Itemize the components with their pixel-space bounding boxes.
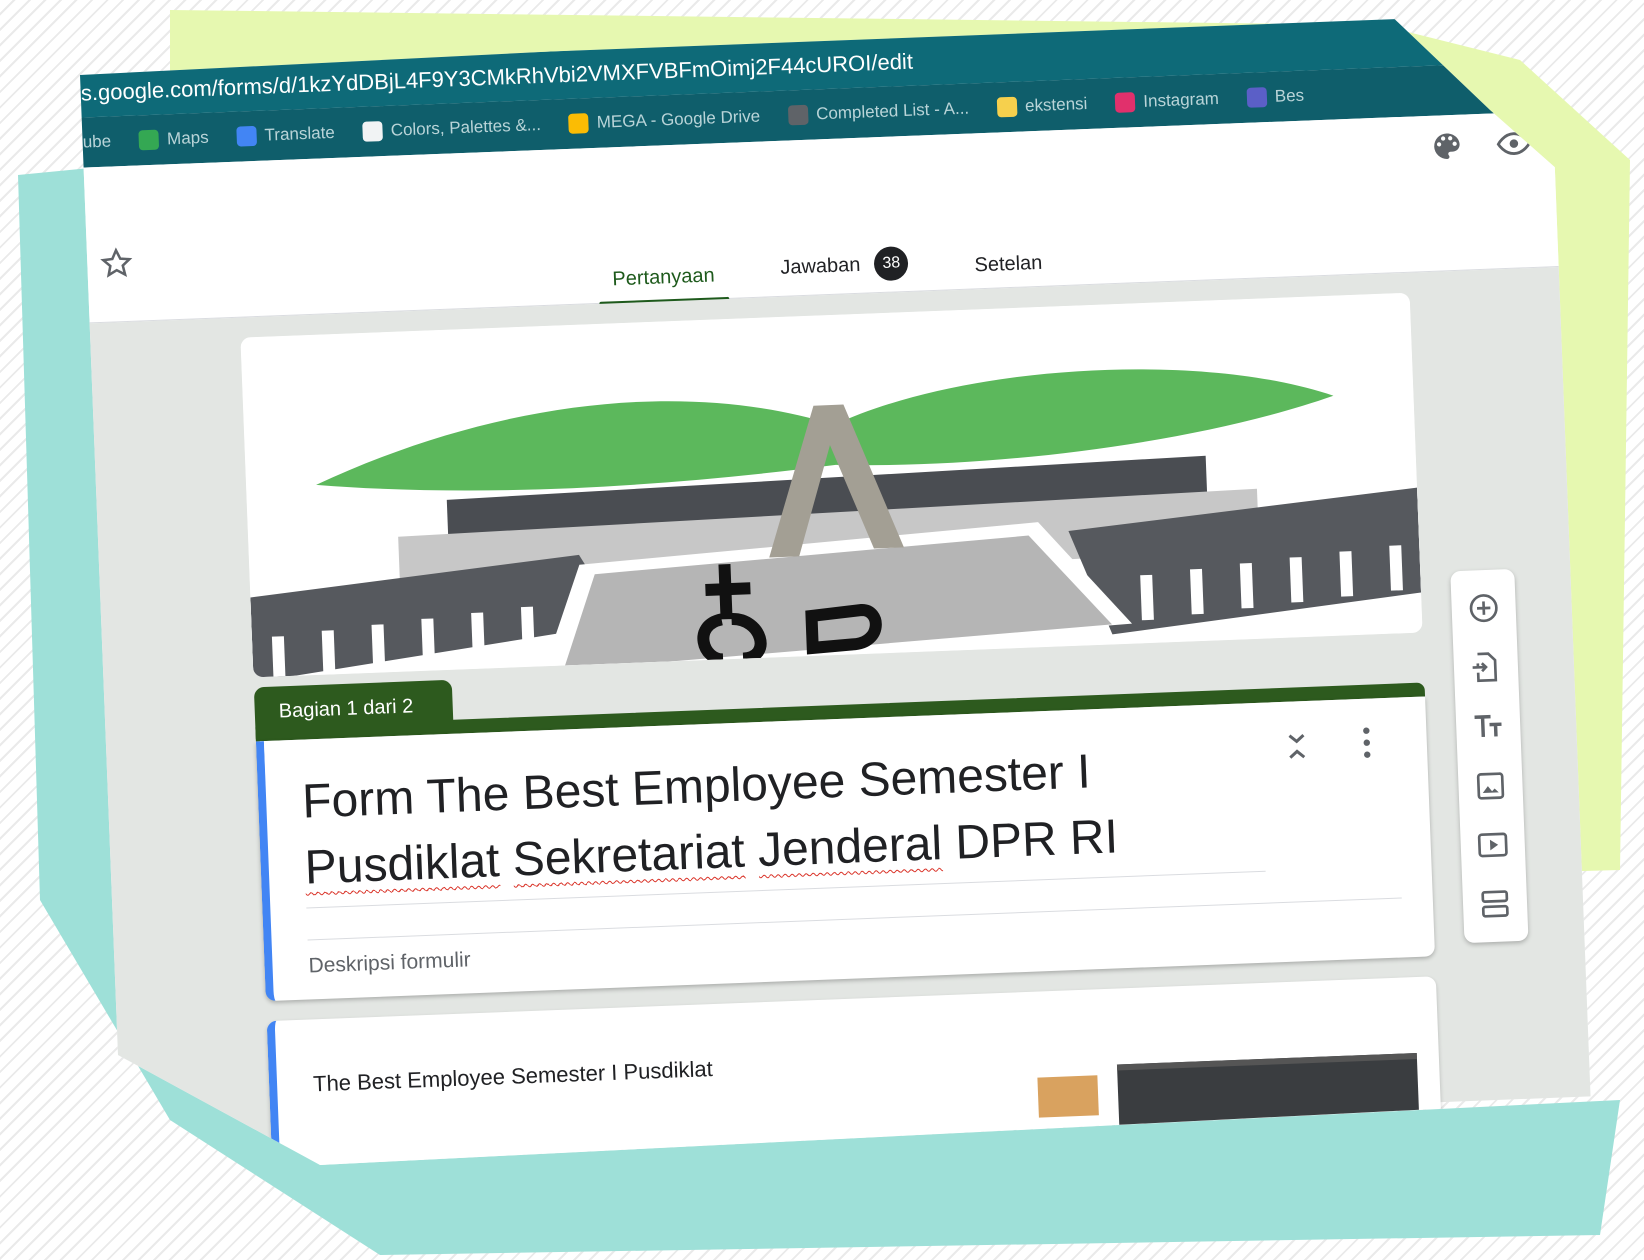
collapse-section-icon[interactable] bbox=[1284, 729, 1309, 764]
bookmark-label: ube bbox=[82, 131, 112, 152]
bookmark-label: Colors, Palettes &... bbox=[390, 114, 542, 140]
form-title-word: Sekretariat bbox=[511, 824, 746, 887]
bookmark-item[interactable]: Instagram bbox=[1114, 88, 1220, 113]
header-image bbox=[240, 292, 1423, 678]
bookmark-favicon-icon bbox=[1246, 87, 1268, 108]
tab-responses-label: Jawaban bbox=[779, 253, 861, 279]
bookmark-favicon-icon bbox=[362, 121, 384, 142]
bookmark-item[interactable]: ekstensi bbox=[996, 93, 1088, 118]
parliament-building-illustration bbox=[240, 292, 1423, 678]
bookmark-item[interactable]: Translate bbox=[236, 123, 335, 147]
more-options-icon[interactable] bbox=[1356, 724, 1377, 761]
bookmark-label: Completed List - A... bbox=[815, 98, 970, 124]
browser-window: s.google.com/forms/d/1kzYdDBjL4F9Y3CMkRh… bbox=[80, 13, 1591, 1165]
bookmark-favicon-icon bbox=[568, 113, 590, 134]
form-title-word: Jenderal bbox=[757, 817, 944, 878]
bookmark-item[interactable]: MEGA - Google Drive bbox=[568, 106, 761, 134]
add-title-text-icon[interactable] bbox=[1471, 709, 1506, 744]
form-description-input[interactable]: Deskripsi formulir bbox=[308, 948, 471, 978]
bookmark-item[interactable]: Colors, Palettes &... bbox=[362, 115, 541, 142]
bookmark-label: Bes bbox=[1274, 85, 1305, 106]
bookmark-item[interactable]: Bes bbox=[1246, 86, 1304, 108]
tab-settings-label: Setelan bbox=[974, 251, 1043, 277]
bookmark-favicon-icon bbox=[787, 104, 809, 126]
bookmark-label: MEGA - Google Drive bbox=[596, 106, 761, 132]
screenshot-frame: s.google.com/forms/d/1kzYdDBjL4F9Y3CMkRh… bbox=[80, 10, 1612, 1165]
form-title-word: DPR RI bbox=[954, 810, 1119, 870]
bookmark-label: Maps bbox=[166, 127, 210, 149]
bookmark-label: ekstensi bbox=[1024, 93, 1088, 116]
bookmark-favicon-icon bbox=[236, 125, 258, 147]
tab-questions-label: Pertanyaan bbox=[612, 264, 716, 291]
import-questions-icon[interactable] bbox=[1468, 649, 1503, 684]
bookmark-item[interactable]: ube bbox=[82, 131, 111, 152]
question-image-thumb bbox=[1037, 1075, 1099, 1118]
section-label-text: Bagian 1 dari 2 bbox=[278, 695, 414, 723]
form-title-card[interactable]: Form The Best Employee Semester I Pusdik… bbox=[255, 696, 1436, 1002]
bookmark-label: Translate bbox=[264, 122, 336, 145]
section-label: Bagian 1 dari 2 bbox=[253, 679, 454, 740]
bookmark-item[interactable]: Completed List - A... bbox=[787, 98, 970, 126]
question-title[interactable]: The Best Employee Semester I Pusdiklat bbox=[313, 1056, 714, 1097]
add-question-icon[interactable] bbox=[1466, 590, 1501, 625]
bookmark-favicon-icon bbox=[996, 96, 1018, 118]
form-editor-area: Bagian 1 dari 2 Form The Best Employee S… bbox=[80, 266, 1591, 1165]
bookmark-favicon-icon bbox=[138, 129, 160, 151]
bookmark-label: Instagram bbox=[1142, 88, 1220, 111]
palette-icon[interactable] bbox=[1429, 129, 1464, 164]
form-title-word: Pusdiklat bbox=[303, 834, 501, 895]
add-section-icon[interactable] bbox=[1477, 887, 1512, 922]
bookmark-item[interactable]: Maps bbox=[138, 127, 210, 151]
floating-toolbar bbox=[1450, 568, 1529, 944]
star-icon[interactable] bbox=[99, 246, 134, 281]
bookmark-favicon-icon bbox=[1114, 92, 1136, 113]
responses-count-badge: 38 bbox=[873, 245, 910, 282]
description-underline bbox=[307, 897, 1402, 941]
add-video-icon[interactable] bbox=[1475, 827, 1510, 862]
add-image-icon[interactable] bbox=[1473, 768, 1508, 803]
